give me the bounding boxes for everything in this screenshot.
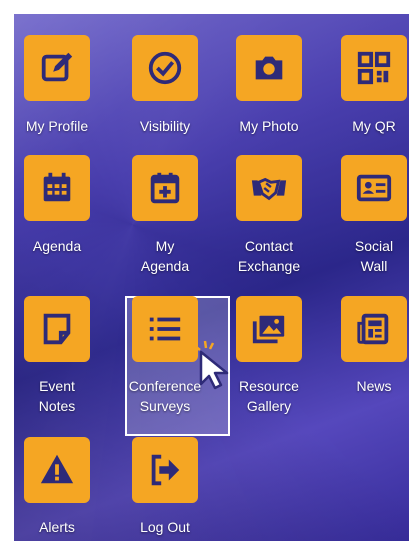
qr-code-icon	[341, 35, 407, 101]
camera-icon	[236, 35, 302, 101]
menu-item-label: My Agenda	[140, 238, 190, 274]
menu-item-label: Log Out	[140, 519, 190, 535]
calendar-icon	[24, 155, 90, 221]
menu-item-label: News	[356, 378, 392, 394]
app-screen: My Profile Visibility My Photo My QR Age…	[14, 14, 409, 541]
newspaper-icon	[341, 296, 407, 362]
menu-item-label: My QR	[352, 118, 396, 134]
list-icon	[132, 296, 198, 362]
warning-icon	[24, 437, 90, 503]
menu-item-label: Event Notes	[38, 378, 76, 414]
calendar-plus-icon	[132, 155, 198, 221]
edit-icon	[24, 35, 90, 101]
menu-item-label: My Profile	[25, 118, 89, 134]
sticky-note-icon	[24, 296, 90, 362]
check-circle-icon	[132, 35, 198, 101]
images-icon	[236, 296, 302, 362]
pointer-cursor-icon	[194, 340, 229, 390]
menu-item-label: My Photo	[239, 118, 299, 134]
handshake-icon	[236, 155, 302, 221]
menu-item-label: Alerts	[39, 519, 75, 535]
menu-item-label: Agenda	[32, 238, 82, 254]
id-card-icon	[341, 155, 407, 221]
menu-item-label: Social Wall	[354, 238, 394, 274]
menu-item-label: Visibility	[139, 118, 191, 134]
sign-out-icon	[132, 437, 198, 503]
menu-item-label: Contact Exchange	[237, 238, 301, 274]
